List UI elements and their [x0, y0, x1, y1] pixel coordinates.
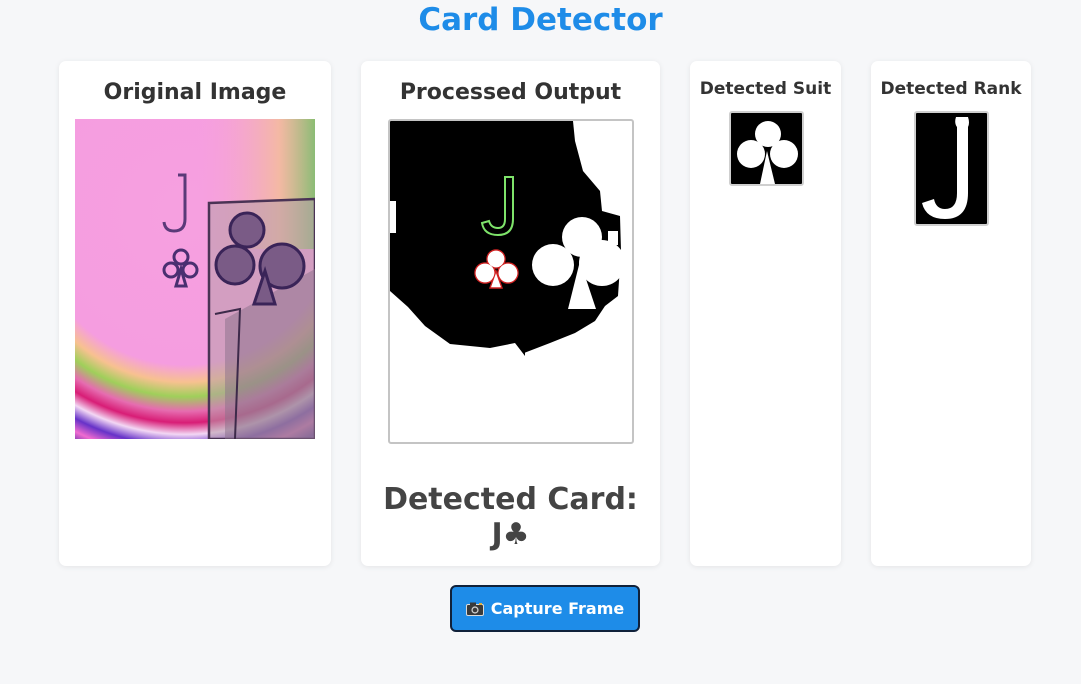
detected-rank-title: Detected Rank [880, 79, 1022, 99]
club-icon [737, 121, 798, 184]
detected-rank-panel: Detected Rank [871, 61, 1031, 566]
capture-frame-label: Capture Frame [490, 599, 625, 618]
processed-threshold-image [390, 121, 625, 356]
detected-suit-image [729, 111, 804, 186]
camera-icon [465, 602, 484, 616]
detected-suit-title: Detected Suit [699, 79, 832, 99]
original-camera-frame [75, 119, 315, 439]
original-image-title: Original Image [103, 80, 287, 105]
detected-rank-image [914, 111, 989, 226]
capture-frame-button[interactable]: Capture Frame [450, 585, 640, 632]
detected-suit-panel: Detected Suit [690, 61, 841, 566]
original-image-panel: Original Image [59, 61, 331, 566]
processed-output-title: Processed Output [399, 80, 622, 105]
rank-j-image [922, 117, 969, 219]
processed-output-frame [388, 119, 634, 444]
page-title: Card Detector [418, 2, 663, 38]
processed-output-panel: Processed Output Detected Card: J♣ [361, 61, 660, 566]
detected-card-result: Detected Card: J♣ [383, 482, 638, 552]
